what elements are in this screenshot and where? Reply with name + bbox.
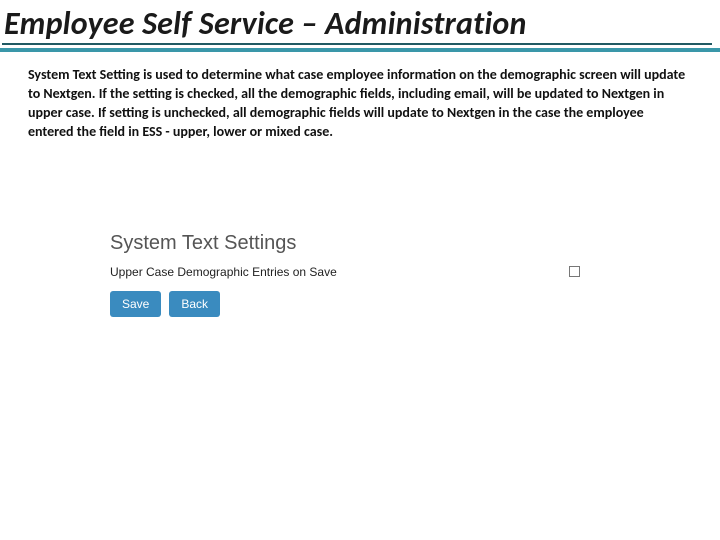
back-button[interactable]: Back [169, 291, 220, 317]
panel-heading: System Text Settings [110, 232, 590, 255]
settings-panel-wrap: System Text Settings Upper Case Demograp… [0, 142, 720, 317]
system-text-settings-panel: System Text Settings Upper Case Demograp… [110, 232, 590, 317]
button-row: Save Back [110, 291, 590, 317]
setting-row: Upper Case Demographic Entries on Save [110, 265, 580, 279]
title-banner: Employee Self Service – Administration [0, 0, 720, 52]
uppercase-checkbox[interactable] [569, 266, 580, 277]
description-paragraph: System Text Setting is used to determine… [0, 52, 720, 142]
setting-label: Upper Case Demographic Entries on Save [110, 265, 337, 279]
title-underline [2, 43, 712, 45]
page-title: Employee Self Service – Administration [0, 0, 720, 48]
save-button[interactable]: Save [110, 291, 161, 317]
